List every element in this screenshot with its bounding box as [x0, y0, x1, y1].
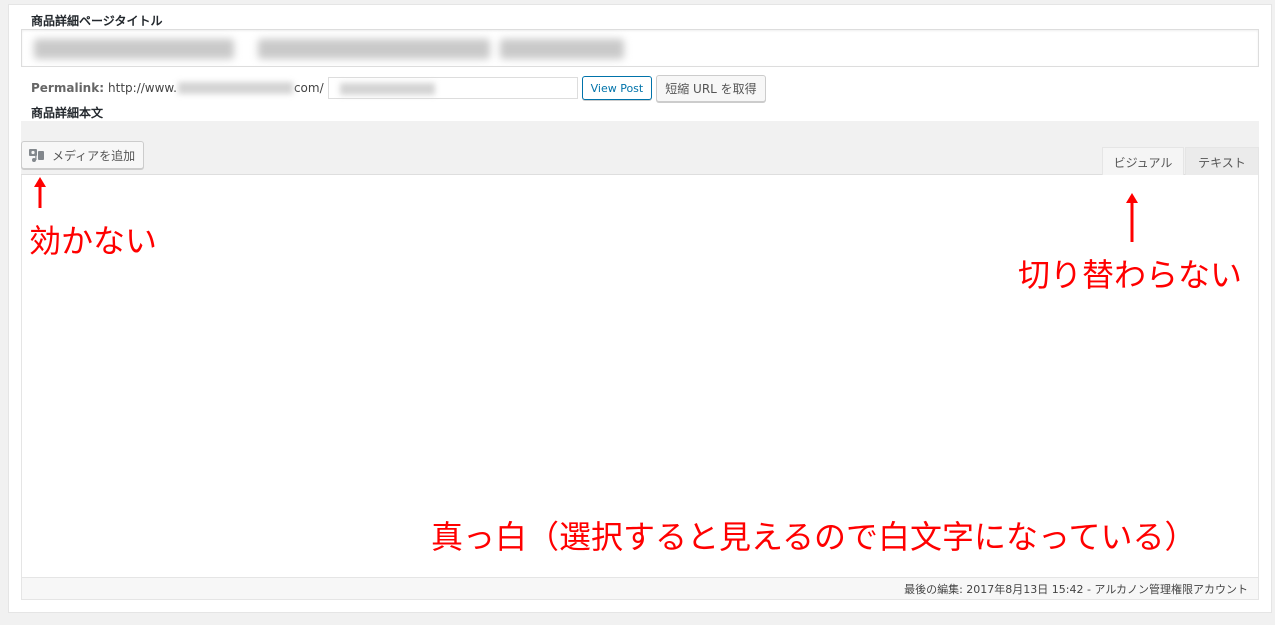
- permalink-suffix: com/: [293, 81, 324, 95]
- blurred-title-part: [34, 39, 234, 59]
- annotation-arrow-up-icon: [34, 177, 46, 208]
- view-post-button[interactable]: View Post: [581, 76, 653, 100]
- annotation-arrow-up-icon: [1126, 193, 1138, 242]
- title-label: 商品詳細ページタイトル: [31, 14, 163, 28]
- blurred-title-part: [500, 39, 624, 59]
- permalink-row: Permalink: http://www. com/ View Post 短縮…: [31, 74, 766, 102]
- blurred-title-part: [258, 39, 490, 59]
- media-icon: [28, 147, 46, 163]
- annotation-media-note: 効かない: [29, 222, 158, 260]
- get-shortlink-button[interactable]: 短縮 URL を取得: [656, 74, 766, 102]
- tab-text[interactable]: テキスト: [1185, 147, 1259, 176]
- permalink-prefix: http://www.: [108, 81, 177, 95]
- editor-status-bar: 最後の編集: 2017年8月13日 15:42 - アルカノン管理権限アカウント: [21, 577, 1259, 600]
- annotation-tabs-note: 切り替わらない: [1018, 256, 1243, 294]
- title-input[interactable]: [21, 29, 1259, 67]
- add-media-label: メディアを追加: [52, 148, 136, 163]
- annotation-editor-note: 真っ白（選択すると見えるので白文字になっている）: [431, 518, 1197, 556]
- slug-input[interactable]: [327, 77, 578, 99]
- editor-toolbar: メディアを追加 ビジュアル テキスト: [21, 121, 1259, 176]
- blurred-domain: [177, 82, 293, 94]
- permalink-label: Permalink:: [31, 81, 105, 95]
- last-edited-status: 最後の編集: 2017年8月13日 15:42 - アルカノン管理権限アカウント: [904, 582, 1248, 596]
- tab-visual[interactable]: ビジュアル: [1102, 147, 1184, 176]
- body-label: 商品詳細本文: [31, 106, 104, 120]
- add-media-button[interactable]: メディアを追加: [21, 141, 145, 169]
- blurred-slug: [339, 83, 435, 95]
